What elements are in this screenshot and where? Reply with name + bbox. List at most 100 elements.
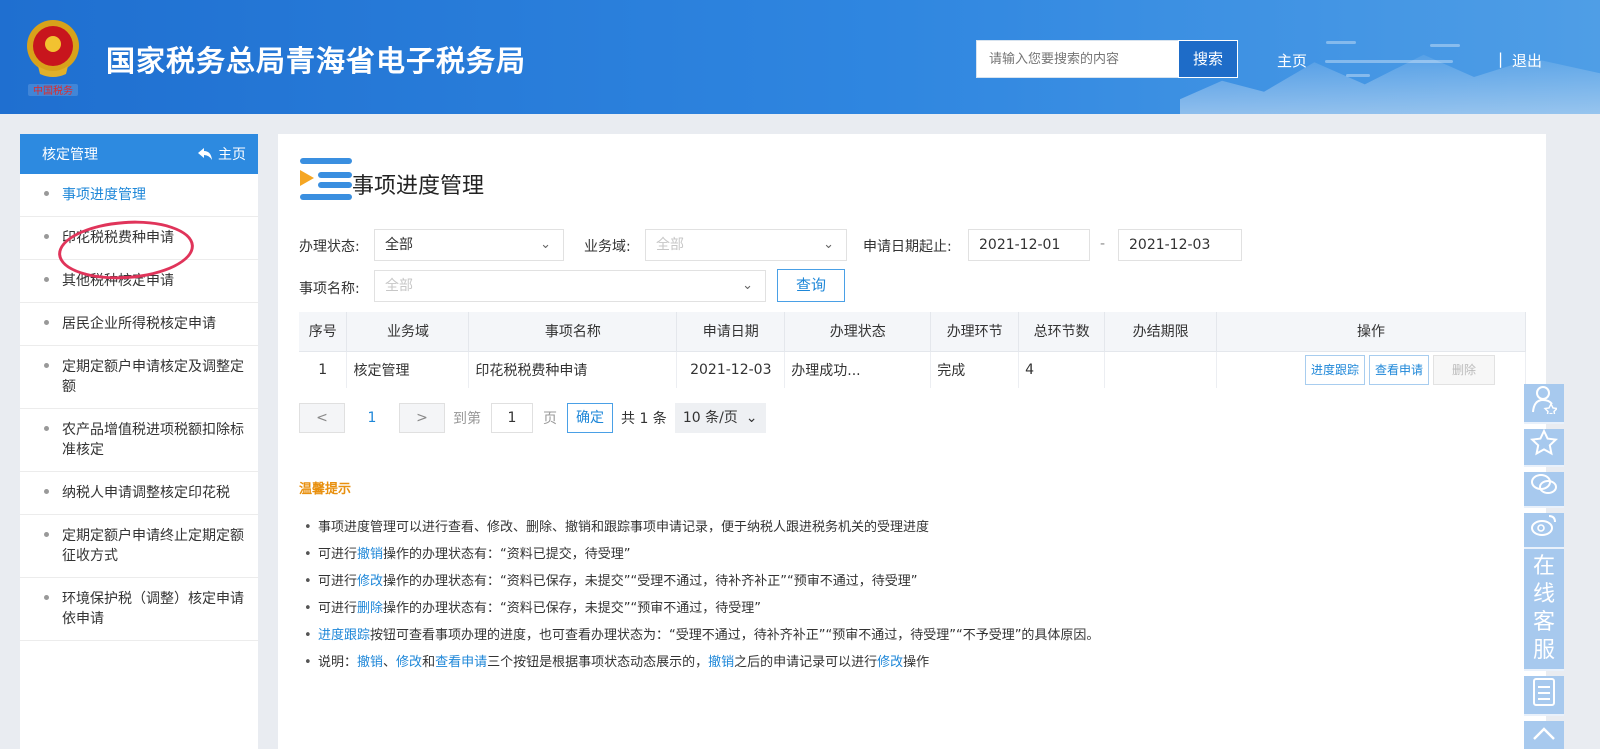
logout-link[interactable]: 退出	[1512, 50, 1542, 71]
tip-keyword: 修改	[396, 655, 423, 670]
current-page[interactable]: 1	[345, 410, 399, 426]
page-size-select[interactable]: 10 条/页 ⌄	[674, 403, 766, 433]
prev-page-button[interactable]: <	[299, 403, 345, 433]
page-title: 事项进度管理	[352, 174, 485, 199]
item-name-label: 事项名称:	[299, 281, 360, 297]
tip-item: 进度跟踪按钮可查看事项办理的进度，也可查看办理状态为：“受理不通过，待补齐补正”…	[304, 622, 1099, 649]
status-select[interactable]: 全部 ⌄	[374, 229, 564, 261]
sidebar-header: 核定管理 主页	[20, 134, 258, 174]
sidebar-home-link[interactable]: 主页	[198, 144, 246, 164]
view-application-button[interactable]: 查看申请	[1368, 354, 1429, 385]
redacted-user-info	[1346, 74, 1370, 77]
goto-confirm-button[interactable]: 确定	[567, 403, 613, 433]
tip-keyword: 撤销	[708, 655, 735, 670]
wechat-icon[interactable]	[1524, 472, 1564, 508]
date-start-input[interactable]: 2021-12-01	[968, 229, 1090, 261]
table-cell-deadline	[1104, 350, 1218, 388]
back-arrow-icon	[198, 148, 212, 160]
sidebar-item[interactable]: 居民企业所得税核定申请	[20, 303, 258, 346]
star-icon[interactable]	[1524, 429, 1564, 467]
tip-text: 、	[383, 655, 397, 670]
bullet-dot	[44, 426, 49, 431]
search-input[interactable]	[977, 41, 1177, 77]
next-page-button[interactable]: >	[399, 403, 445, 433]
domain-label: 业务域:	[584, 239, 631, 255]
tip-item: 可进行修改操作的办理状态有：“资料已保存，未提交”“受理不通过，待补齐补正”“预…	[304, 568, 1099, 595]
redacted-user-info	[1325, 60, 1453, 63]
chevron-down-icon: ⌄	[540, 237, 551, 252]
item-name-select[interactable]: 全部 ⌄	[374, 270, 766, 302]
sidebar-item[interactable]: 环境保护税（调整）核定申请依申请	[20, 578, 258, 641]
tip-text: 三个按钮是根据事项状态动态展示的，	[487, 655, 709, 670]
table-row: 1 核定管理 印花税税费种申请 2021-12-03 办理成功... 完成 4 进度跟踪 查看申…	[299, 350, 1526, 388]
date-end-input[interactable]: 2021-12-03	[1118, 229, 1242, 261]
table-body: 1 核定管理 印花税税费种申请 2021-12-03 办理成功... 完成 4 进度跟踪 查看申…	[299, 350, 1526, 388]
redacted-user-info	[1430, 44, 1460, 47]
sidebar-item[interactable]: 农产品增值税进项税额扣除标准核定	[20, 409, 258, 472]
redacted-user-info	[1326, 41, 1356, 44]
tip-keyword: 撤销	[357, 655, 384, 670]
bullet-dot	[44, 320, 49, 325]
domain-select[interactable]: 全部 ⌄	[645, 229, 847, 261]
column-header: 办理状态	[784, 312, 932, 351]
bullet-dot	[44, 532, 49, 537]
column-header: 业务域	[346, 312, 470, 351]
column-header: 序号	[299, 312, 348, 351]
sidebar-item[interactable]: 定期定额户申请终止定期定额征收方式	[20, 515, 258, 578]
sidebar-home-label: 主页	[218, 147, 246, 163]
bullet-dot	[44, 277, 49, 282]
query-button[interactable]: 查询	[777, 269, 845, 302]
delete-button[interactable]: 删除	[1433, 354, 1495, 385]
tips-title: 温馨提示	[299, 482, 352, 497]
sidebar-item-label: 定期定额户申请核定及调整定额	[62, 359, 244, 395]
tip-text: 可进行	[318, 574, 358, 589]
sidebar-item-label: 纳税人申请调整核定印花税	[62, 485, 230, 501]
tip-text: 事项进度管理可以进行查看、修改、删除、撤销和跟踪事项申请记录，便于纳税人跟进税务…	[318, 520, 930, 535]
page-unit: 页	[543, 411, 557, 427]
column-header: 申请日期	[676, 312, 786, 351]
online-service-char: 在	[1532, 554, 1555, 579]
table-cell-name: 印花税税费种申请	[468, 350, 678, 388]
table-cell-date: 2021-12-03	[676, 350, 786, 388]
tip-keyword: 修改	[357, 574, 384, 589]
tip-keyword: 修改	[877, 655, 904, 670]
site-title: 国家税务总局青海省电子税务局	[106, 44, 527, 78]
item-name-placeholder: 全部	[385, 278, 413, 294]
chevron-down-icon: ⌄	[823, 237, 834, 252]
site-header: 中国税务 国家税务总局青海省电子税务局 搜索 主页 | 退出	[0, 0, 1600, 114]
weibo-icon[interactable]	[1524, 513, 1564, 549]
document-icon[interactable]	[1524, 676, 1564, 716]
sidebar-item-label: 农产品增值税进项税额扣除标准核定	[62, 422, 244, 458]
table-cell-total: 4	[1018, 350, 1106, 388]
sidebar-item-label: 环境保护税（调整）核定申请依申请	[62, 591, 244, 627]
header-home-link[interactable]: 主页	[1277, 50, 1307, 71]
back-to-top-icon[interactable]	[1524, 721, 1564, 749]
table-cell-step: 完成	[930, 350, 1020, 388]
user-star-icon[interactable]	[1524, 384, 1564, 424]
sidebar-item[interactable]: 定期定额户申请核定及调整定额	[20, 346, 258, 409]
search-button[interactable]: 搜索	[1178, 40, 1238, 78]
list-title-icon	[300, 158, 352, 200]
sidebar-item-label: 居民企业所得税核定申请	[62, 316, 216, 332]
main-panel: 事项进度管理 办理状态: 全部 ⌄ 业务域: 全部 ⌄ 申请日期起止: 2021…	[278, 134, 1546, 749]
column-header: 事项名称	[468, 312, 678, 351]
goto-page-input[interactable]: 1	[491, 403, 533, 433]
column-header: 办结期限	[1104, 312, 1218, 351]
tips-list: 事项进度管理可以进行查看、修改、删除、撤销和跟踪事项申请记录，便于纳税人跟进税务…	[304, 514, 1099, 676]
status-select-value: 全部	[385, 237, 413, 253]
total-count: 共 1 条	[621, 411, 667, 427]
tip-text: 操作的办理状态有：“资料已提交，待受理”	[383, 547, 631, 562]
column-header: 办理环节	[930, 312, 1020, 351]
progress-track-button[interactable]: 进度跟踪	[1304, 354, 1365, 385]
table-cell-actions: 进度跟踪 查看申请 删除	[1216, 350, 1526, 388]
tip-text: 可进行	[318, 547, 358, 562]
tip-text: 之后的申请记录可以进行	[734, 655, 878, 670]
sidebar-item[interactable]: 事项进度管理	[20, 174, 258, 217]
table-header-row: 序号 业务域 事项名称 申请日期 办理状态 办理环节 总环节数 办结期限 操作	[299, 312, 1526, 351]
bullet-dot	[44, 489, 49, 494]
tip-keyword: 查看申请	[435, 655, 488, 670]
sidebar-item[interactable]: 纳税人申请调整核定印花税	[20, 472, 258, 515]
online-service-button[interactable]: 在线客服	[1524, 549, 1564, 671]
sidebar-item-label: 事项进度管理	[62, 187, 146, 203]
floating-toolbar: 在线客服	[1524, 379, 1564, 749]
